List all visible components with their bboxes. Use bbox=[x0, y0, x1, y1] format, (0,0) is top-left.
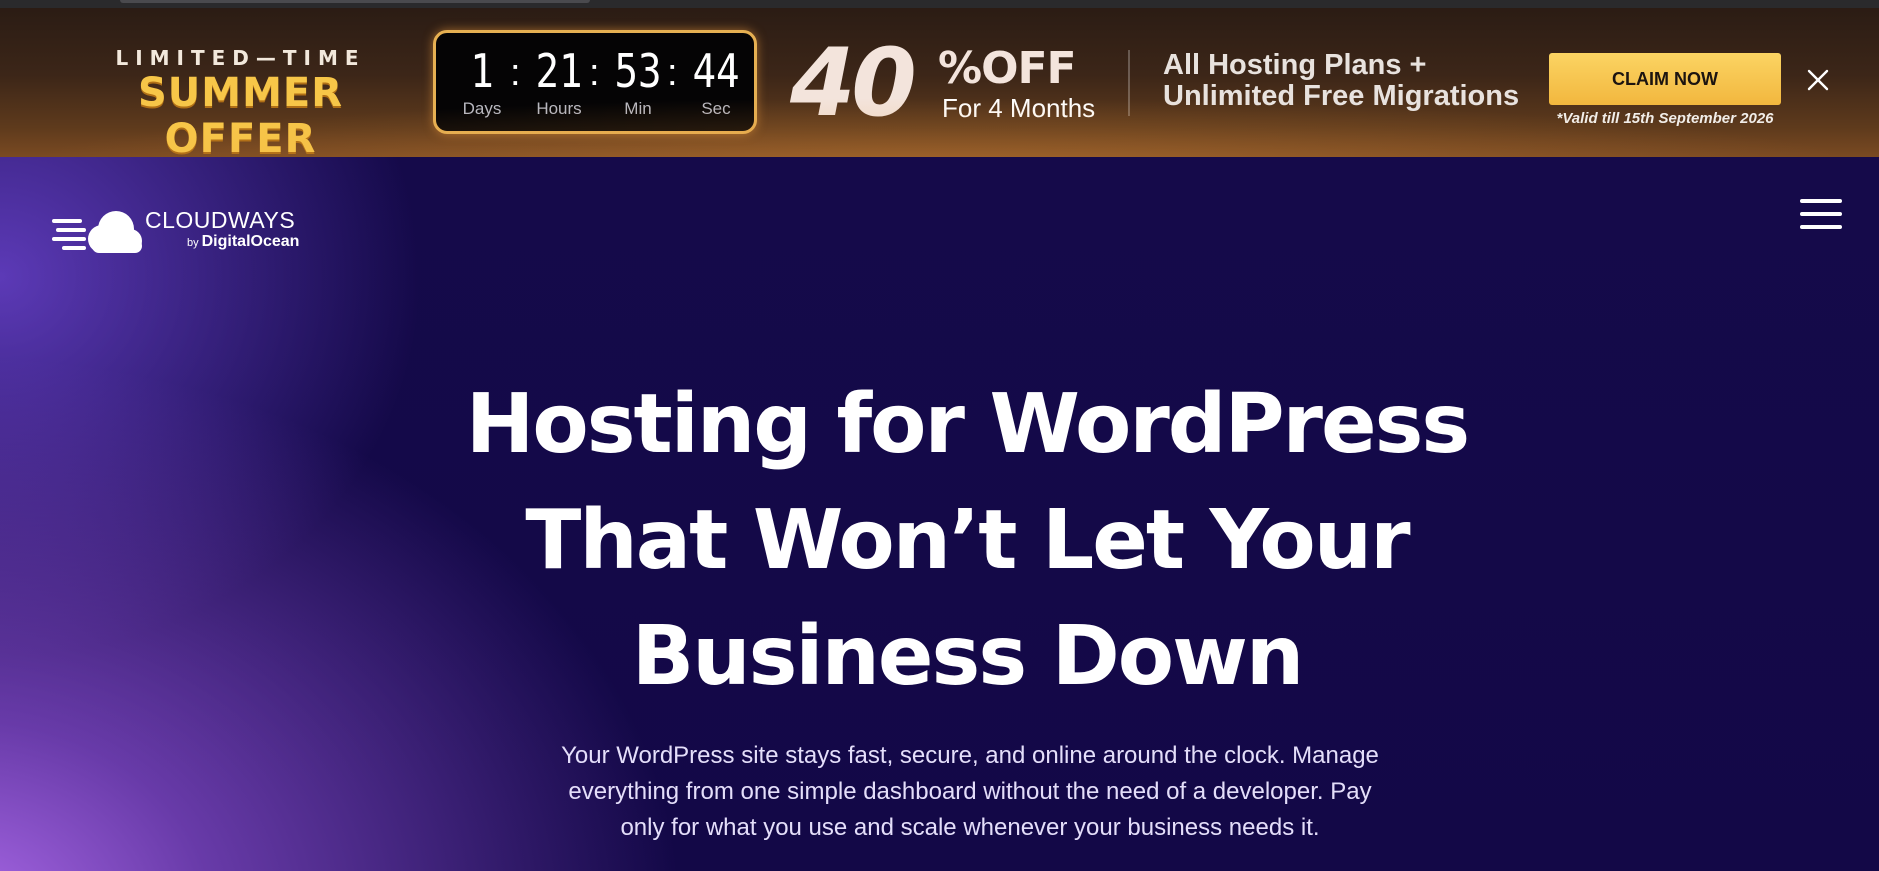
promo-plans-line1: All Hosting Plans + bbox=[1163, 49, 1427, 81]
logo-byline: by DigitalOcean bbox=[145, 233, 299, 252]
countdown-separator: : bbox=[589, 52, 600, 94]
hero-subtitle-line2: everything from one simple dashboard wit… bbox=[568, 778, 1372, 805]
cloudways-logo[interactable]: CLOUDWAYS by DigitalOcean bbox=[52, 205, 302, 255]
hero-subtitle-line3: only for what you use and scale whenever… bbox=[620, 814, 1320, 841]
countdown-days-value: 1 bbox=[470, 44, 494, 98]
countdown-seconds: 44 Sec bbox=[683, 45, 749, 119]
hamburger-menu-icon[interactable] bbox=[1800, 199, 1842, 235]
promo-divider bbox=[1128, 50, 1130, 116]
logo-by: by bbox=[187, 237, 199, 249]
offer-validity: *Valid till 15th September 2026 bbox=[1556, 110, 1774, 127]
discount-duration: For 4 Months bbox=[942, 93, 1096, 123]
countdown-minutes: 53 Min bbox=[605, 45, 671, 119]
hero-title-line1: Hosting for WordPress bbox=[465, 377, 1470, 472]
cloud-logo-icon bbox=[52, 211, 142, 253]
browser-top-strip bbox=[0, 0, 1879, 8]
hero-subtitle: Your WordPress site stays fast, secure, … bbox=[500, 738, 1440, 846]
tab-indicator bbox=[120, 0, 590, 3]
offer-tagline-big: SUMMER OFFER bbox=[137, 70, 344, 157]
hero-title-line3: Business Down bbox=[631, 609, 1304, 704]
discount-suffix: %OFF bbox=[938, 43, 1077, 94]
countdown-separator: : bbox=[667, 52, 678, 94]
hero-subtitle-line1: Your WordPress site stays fast, secure, … bbox=[561, 742, 1379, 769]
promo-plans-line2: Unlimited Free Migrations bbox=[1163, 80, 1520, 112]
logo-parent: DigitalOcean bbox=[201, 233, 300, 250]
logo-text: CLOUDWAYS by DigitalOcean bbox=[145, 207, 299, 252]
countdown-minutes-label: Min bbox=[624, 99, 652, 118]
countdown-days-label: Days bbox=[462, 99, 502, 118]
discount-number: 40 bbox=[790, 29, 917, 138]
countdown-separator: : bbox=[510, 52, 521, 94]
hero-title: Hosting for WordPress That Won’t Let You… bbox=[330, 367, 1604, 715]
promo-plans-text: All Hosting Plans + Unlimited Free Migra… bbox=[1163, 50, 1519, 112]
hero-section: CLOUDWAYS by DigitalOcean Hosting for Wor… bbox=[0, 157, 1879, 871]
countdown-timer: 1 Days : 21 Hours : 53 Min : 44 Sec bbox=[433, 30, 757, 134]
claim-now-button[interactable]: CLAIM NOW bbox=[1549, 53, 1781, 105]
countdown-seconds-value: 44 bbox=[692, 44, 740, 98]
promo-banner: LIMITED—TIME SUMMER OFFER 1 Days : 21 Ho… bbox=[0, 8, 1879, 157]
logo-name: CLOUDWAYS bbox=[145, 207, 296, 233]
countdown-hours: 21 Hours bbox=[526, 45, 592, 119]
countdown-seconds-label: Sec bbox=[701, 99, 731, 118]
offer-tagline-small: LIMITED—TIME bbox=[115, 46, 366, 70]
offer-title: LIMITED—TIME SUMMER OFFER bbox=[78, 46, 403, 157]
countdown-hours-value: 21 bbox=[535, 44, 583, 98]
close-icon[interactable] bbox=[1804, 66, 1832, 94]
countdown-minutes-value: 53 bbox=[614, 44, 662, 98]
countdown-hours-label: Hours bbox=[536, 99, 582, 118]
countdown-days: 1 Days bbox=[458, 45, 506, 119]
hero-title-line2: That Won’t Let Your bbox=[525, 493, 1410, 588]
